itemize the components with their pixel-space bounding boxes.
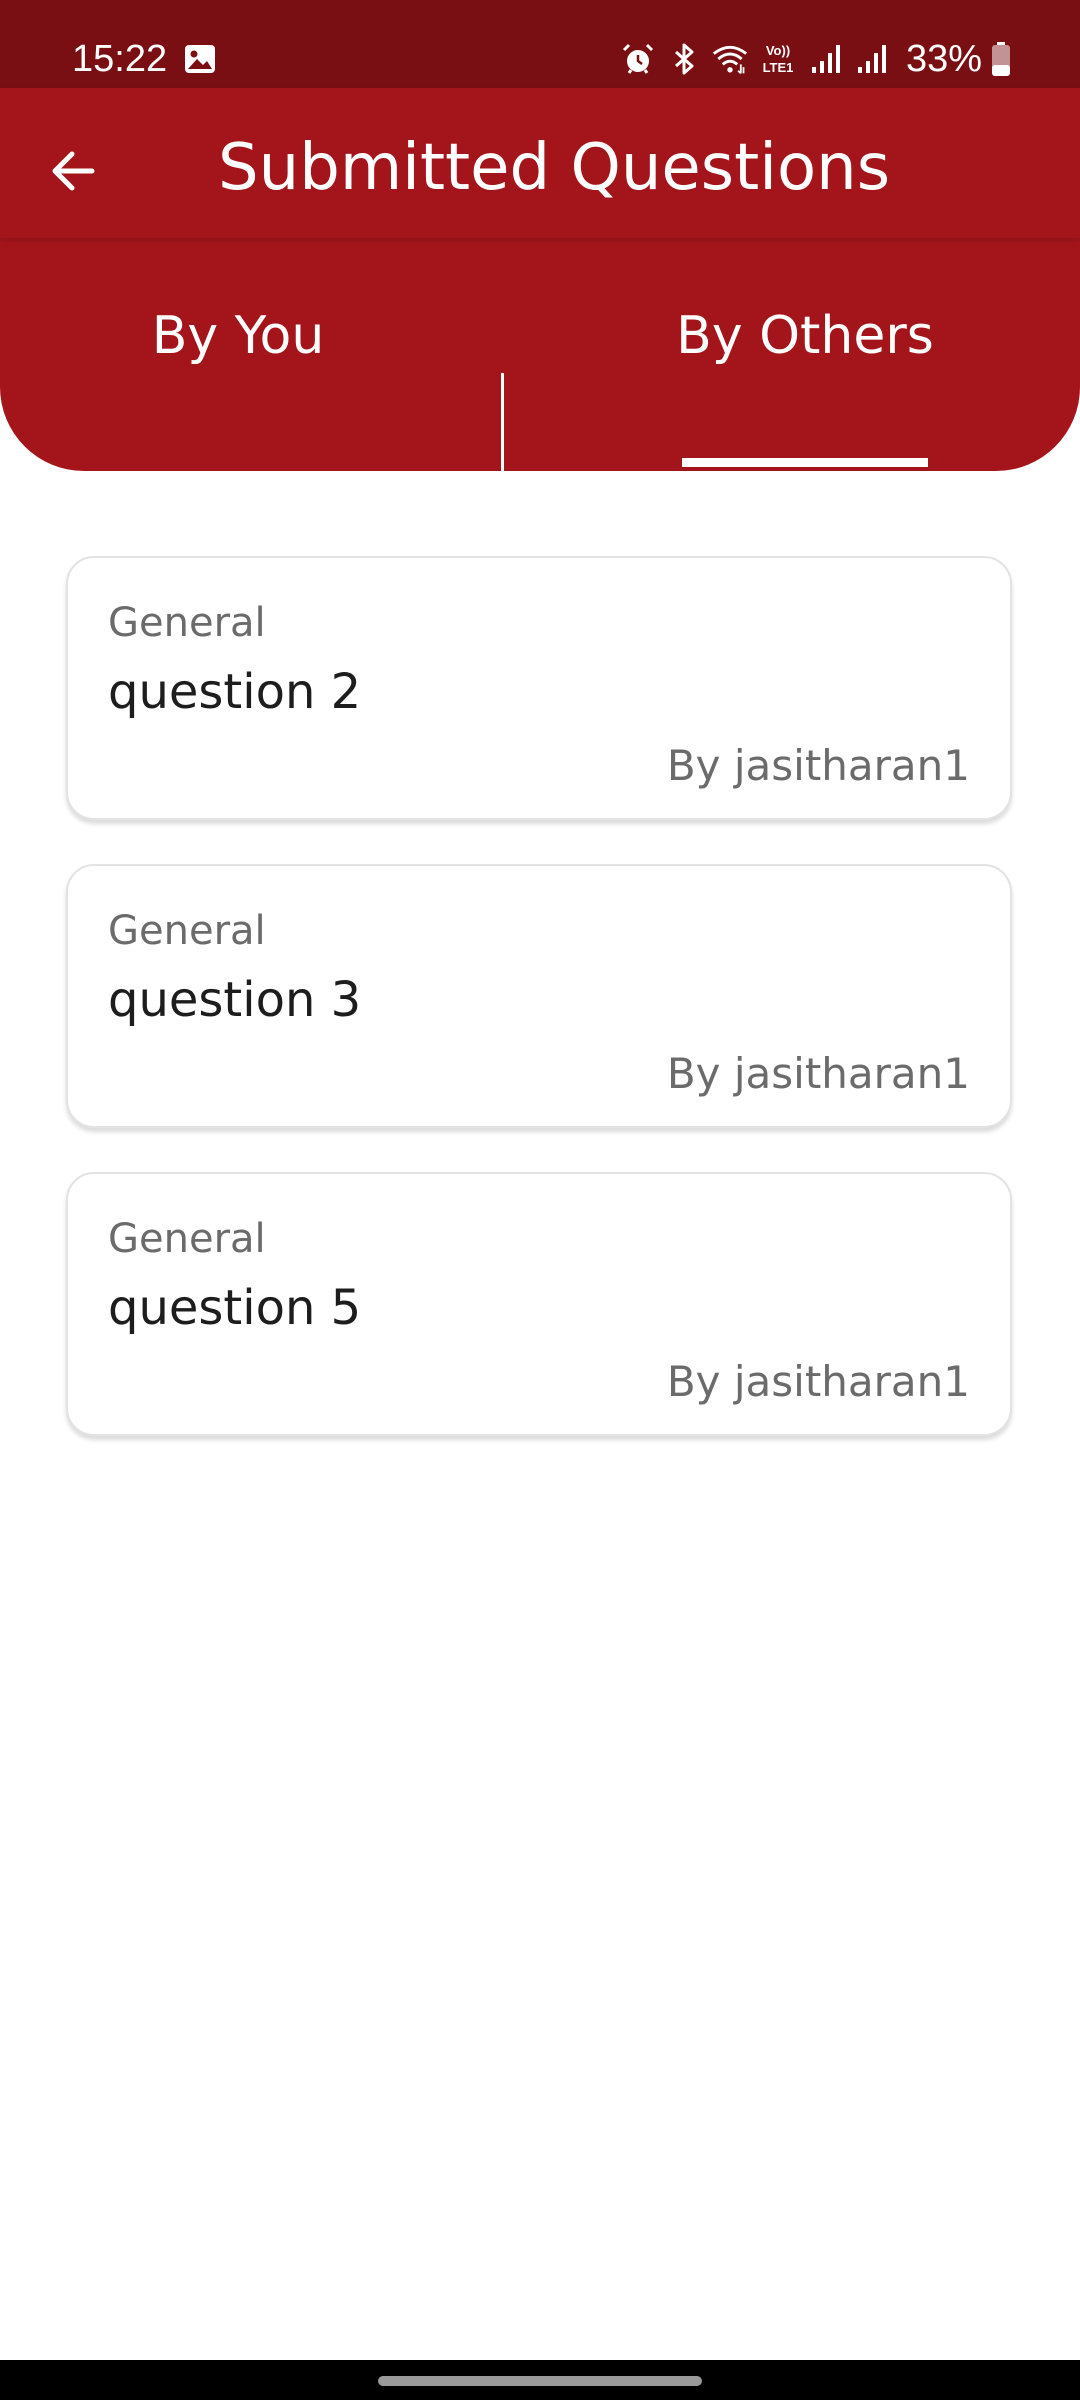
system-navigation-bar xyxy=(0,2360,1080,2400)
question-text: question 3 xyxy=(108,972,362,1028)
status-icons: Vo)) LTE1 33% xyxy=(620,36,1010,82)
volte-icon: Vo)) LTE1 xyxy=(758,41,798,77)
page-title: Submitted Questions xyxy=(218,131,891,205)
back-button[interactable] xyxy=(28,126,118,216)
tab-by-others[interactable]: By Others xyxy=(670,296,940,376)
question-text: question 5 xyxy=(108,1280,362,1336)
wifi-icon xyxy=(712,41,748,77)
signal-icon xyxy=(854,41,890,77)
question-category: General xyxy=(108,908,266,954)
question-card[interactable]: General question 2 By jasitharan1 xyxy=(66,556,1012,820)
status-bar: 15:22 Vo)) LTE1 33% xyxy=(0,0,1080,88)
bluetooth-icon xyxy=(666,41,702,77)
arrow-left-icon xyxy=(52,151,95,191)
question-card[interactable]: General question 5 By jasitharan1 xyxy=(66,1172,1012,1436)
status-time: 15:22 xyxy=(72,38,168,80)
home-gesture-handle[interactable] xyxy=(378,2376,702,2386)
question-author: By jasitharan1 xyxy=(666,741,970,790)
question-category: General xyxy=(108,1216,266,1262)
tab-bar: By You By Others xyxy=(0,238,1080,505)
gallery-icon xyxy=(184,44,216,74)
battery-percent: 33% xyxy=(905,38,982,80)
app-bar: Submitted Questions xyxy=(0,88,1080,238)
svg-text:LTE1: LTE1 xyxy=(763,60,794,75)
question-category: General xyxy=(108,600,266,646)
question-text: question 2 xyxy=(108,664,362,720)
alarm-icon xyxy=(620,41,656,77)
question-author: By jasitharan1 xyxy=(666,1049,970,1098)
question-card[interactable]: General question 3 By jasitharan1 xyxy=(66,864,1012,1128)
question-author: By jasitharan1 xyxy=(666,1357,970,1406)
tab-selected-indicator xyxy=(682,458,928,467)
signal-icon xyxy=(808,41,844,77)
tab-divider xyxy=(501,373,504,505)
header: Submitted Questions By You By Others xyxy=(0,88,1080,505)
question-list: General question 2 By jasitharan1 Genera… xyxy=(66,556,1014,1480)
svg-text:Vo)): Vo)) xyxy=(766,43,790,58)
battery-icon xyxy=(992,42,1010,76)
tab-by-you[interactable]: By You xyxy=(100,296,376,376)
